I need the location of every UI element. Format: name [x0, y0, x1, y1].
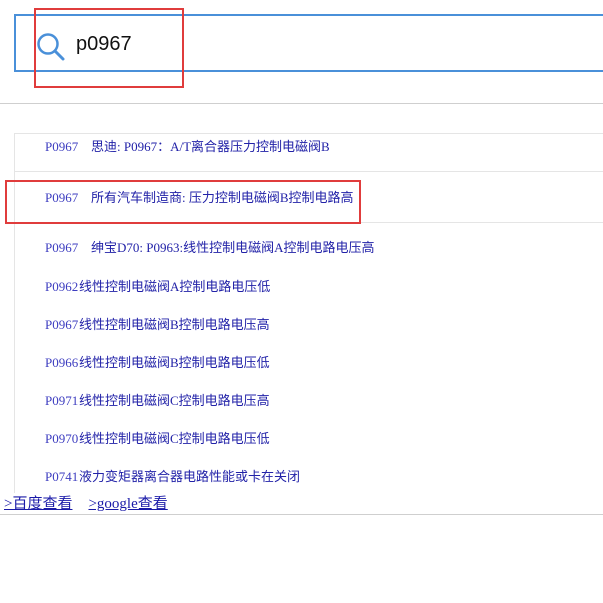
result-desc: 线性控制电磁阀B控制电路电压高 [79, 317, 270, 332]
result-code: P0967 [45, 190, 79, 205]
result-item[interactable]: P0967 思迪: P0967：A/T离合器压力控制电磁阀B [15, 134, 603, 172]
result-code: P0741 [45, 469, 79, 484]
divider [0, 514, 603, 515]
result-code: P0967 [45, 139, 79, 154]
search-input[interactable] [76, 28, 376, 60]
search-engine-links: >百度查看 >google查看 [4, 494, 168, 514]
results-list: P0967 思迪: P0967：A/T离合器压力控制电磁阀B P0967 所有汽… [14, 133, 603, 493]
result-code: P0971 [45, 393, 79, 408]
result-item[interactable]: P0970 线性控制电磁阀C控制电路电压低 [15, 426, 603, 464]
result-code: P0962 [45, 279, 79, 294]
search-bar[interactable] [14, 14, 603, 72]
result-desc: 线性控制电磁阀C控制电路电压低 [79, 431, 270, 446]
baidu-link[interactable]: >百度查看 [4, 496, 72, 512]
divider [0, 103, 603, 104]
google-link[interactable]: >google查看 [88, 496, 167, 512]
result-desc: 思迪: P0967：A/T离合器压力控制电磁阀B [91, 139, 330, 154]
result-item[interactable]: P0962 线性控制电磁阀A控制电路电压低 [15, 274, 603, 312]
result-code: P0966 [45, 355, 79, 370]
result-item[interactable]: P0971 线性控制电磁阀C控制电路电压高 [15, 388, 603, 426]
result-desc: 线性控制电磁阀B控制电路电压低 [79, 355, 270, 370]
result-item[interactable]: P0966 线性控制电磁阀B控制电路电压低 [15, 350, 603, 388]
result-item[interactable]: P0967 绅宝D70: P0963:线性控制电磁阀A控制电路电压高 [15, 235, 603, 273]
result-item[interactable]: P0967 线性控制电磁阀B控制电路电压高 [15, 312, 603, 350]
result-desc: 线性控制电磁阀A控制电路电压低 [79, 279, 271, 294]
result-code: P0967 [45, 317, 79, 332]
result-item[interactable]: P0967 所有汽车制造商: 压力控制电磁阀B控制电路高 [15, 185, 603, 223]
result-desc: 绅宝D70: P0963:线性控制电磁阀A控制电路电压高 [91, 240, 375, 255]
result-desc: 液力变矩器离合器电路性能或卡在关闭 [79, 469, 301, 484]
result-desc: 线性控制电磁阀C控制电路电压高 [79, 393, 270, 408]
result-code: P0970 [45, 431, 79, 446]
search-icon[interactable] [36, 32, 66, 62]
page: P0967 思迪: P0967：A/T离合器压力控制电磁阀B P0967 所有汽… [0, 0, 603, 603]
result-code: P0967 [45, 240, 79, 255]
result-desc: 所有汽车制造商: 压力控制电磁阀B控制电路高 [91, 190, 354, 205]
